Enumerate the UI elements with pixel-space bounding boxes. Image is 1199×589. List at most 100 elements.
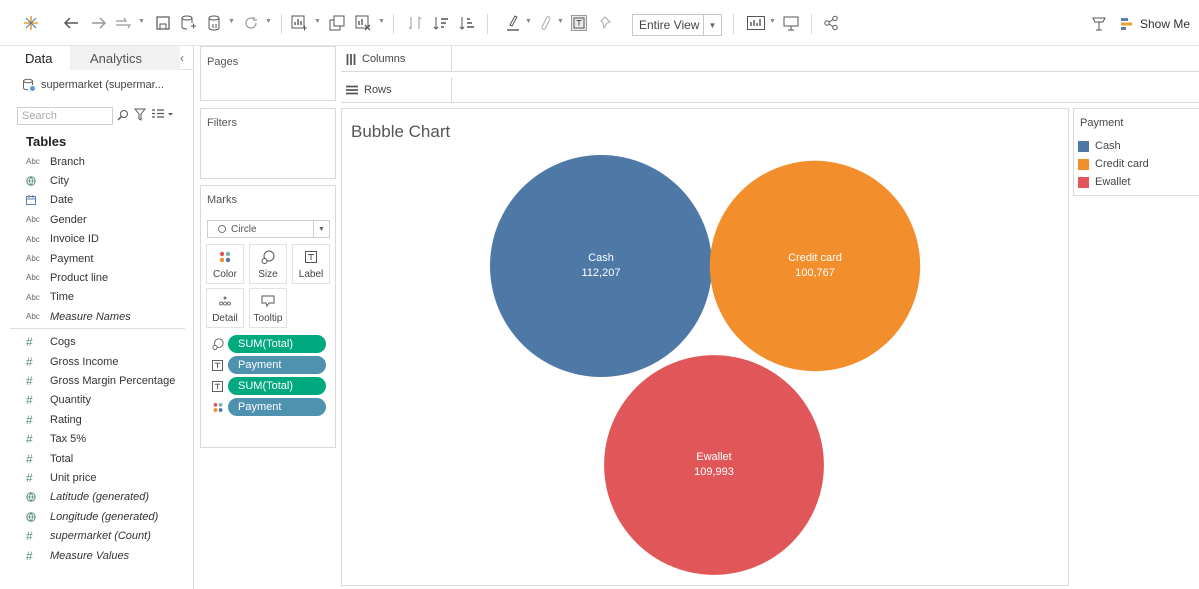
field-pill[interactable]: SUM(Total) xyxy=(228,377,326,395)
color-button[interactable]: Color xyxy=(206,244,244,284)
field-item[interactable]: Abc Branch xyxy=(26,152,85,171)
chevron-down-icon[interactable]: ▼ xyxy=(525,18,532,25)
field-item[interactable]: Abc Measure Names xyxy=(26,307,131,326)
new-datasource-icon[interactable] xyxy=(177,12,199,34)
field-item[interactable]: Date xyxy=(26,191,73,210)
field-item[interactable]: # Rating xyxy=(26,410,82,429)
undo-icon[interactable] xyxy=(60,12,82,34)
duplicate-sheet-icon[interactable] xyxy=(326,12,348,34)
field-label: Latitude (generated) xyxy=(50,491,150,504)
tooltip-button[interactable]: Tooltip xyxy=(249,288,287,328)
tableau-logo-icon[interactable] xyxy=(20,12,42,34)
share-icon[interactable] xyxy=(820,12,842,34)
bubble-label: Ewallet 109,993 xyxy=(654,450,774,480)
presentation-mode-icon[interactable] xyxy=(780,12,802,34)
chevron-down-icon[interactable]: ▼ xyxy=(138,18,145,25)
string-field-icon: Abc xyxy=(26,254,40,263)
show-mark-labels-icon[interactable] xyxy=(568,12,590,34)
size-icon[interactable] xyxy=(207,338,228,350)
pause-updates-icon[interactable] xyxy=(203,12,225,34)
detail-button[interactable]: Detail xyxy=(206,288,244,328)
legend-label: Credit card xyxy=(1095,158,1149,170)
columns-shelf[interactable]: Columns xyxy=(341,46,1199,72)
refresh-icon[interactable] xyxy=(240,12,262,34)
tab-data[interactable]: Data xyxy=(0,46,70,70)
field-item[interactable]: Latitude (generated) xyxy=(26,488,149,507)
replay-icon[interactable] xyxy=(113,12,135,34)
size-label: Size xyxy=(258,269,278,280)
collapse-pane-icon[interactable]: ‹ xyxy=(180,51,184,65)
field-item[interactable]: Abc Product line xyxy=(26,268,108,287)
fix-axes-icon[interactable] xyxy=(596,12,618,34)
filters-card[interactable]: Filters xyxy=(200,108,336,179)
caption-icon[interactable] xyxy=(1088,12,1110,34)
filter-icon[interactable] xyxy=(134,108,146,121)
field-item[interactable]: # Total xyxy=(26,449,73,468)
bubble-category: Ewallet xyxy=(696,451,732,463)
new-worksheet-icon[interactable] xyxy=(288,12,310,34)
search-input[interactable]: Search xyxy=(17,107,113,125)
field-pill[interactable]: SUM(Total) xyxy=(228,335,326,353)
clear-sheet-icon[interactable] xyxy=(352,12,374,34)
sort-ascending-icon[interactable] xyxy=(430,12,452,34)
bubble-category: Cash xyxy=(588,252,614,264)
field-pill[interactable]: Payment xyxy=(228,398,326,416)
field-item[interactable]: City xyxy=(26,171,69,190)
highlight-icon[interactable] xyxy=(502,12,524,34)
chevron-down-icon[interactable]: ▼ xyxy=(313,221,329,237)
field-item[interactable]: # Tax 5% xyxy=(26,430,86,449)
search-icon[interactable] xyxy=(117,109,129,121)
view-options-icon[interactable] xyxy=(151,109,173,123)
chevron-down-icon[interactable]: ▼ xyxy=(703,15,721,35)
chart-view[interactable]: Bubble Chart Cash 112,207 Credit card 100,7… xyxy=(341,108,1069,586)
legend-item[interactable]: Cash xyxy=(1078,139,1121,153)
field-label: City xyxy=(50,174,69,187)
show-cards-icon[interactable] xyxy=(745,12,767,34)
mark-type-dropdown[interactable]: Circle ▼ xyxy=(207,220,330,238)
color-legend[interactable]: Payment Cash Credit card Ewallet xyxy=(1073,108,1199,196)
field-item[interactable]: Abc Payment xyxy=(26,249,93,268)
field-item[interactable]: Longitude (generated) xyxy=(26,507,158,526)
fit-dropdown[interactable]: Entire View ▼ xyxy=(632,14,722,36)
field-item[interactable]: # Measure Values xyxy=(26,546,129,565)
field-item[interactable]: Abc Invoice ID xyxy=(26,230,99,249)
group-members-icon[interactable] xyxy=(534,12,556,34)
sort-descending-icon[interactable] xyxy=(456,12,478,34)
size-button[interactable]: Size xyxy=(249,244,287,284)
field-item[interactable]: # Quantity xyxy=(26,391,91,410)
show-me-button[interactable]: Show Me xyxy=(1120,13,1190,35)
chevron-down-icon[interactable]: ▼ xyxy=(378,18,385,25)
tab-analytics[interactable]: Analytics xyxy=(70,46,180,70)
legend-item[interactable]: Ewallet xyxy=(1078,175,1130,189)
field-item[interactable]: # Gross Income xyxy=(26,352,118,371)
field-item[interactable]: # supermarket (Count) xyxy=(26,527,151,546)
label-icon[interactable] xyxy=(207,380,228,392)
toolbar-divider xyxy=(393,14,394,34)
label-icon[interactable] xyxy=(207,359,228,371)
measure-field-icon: # xyxy=(26,412,33,427)
field-label: Invoice ID xyxy=(50,233,99,246)
swap-axes-icon[interactable] xyxy=(404,12,426,34)
toolbar-divider xyxy=(811,14,812,34)
rows-shelf[interactable]: Rows xyxy=(341,77,1199,103)
legend-item[interactable]: Credit card xyxy=(1078,157,1149,171)
string-field-icon: Abc xyxy=(26,215,40,225)
redo-icon[interactable] xyxy=(88,12,110,34)
chevron-down-icon[interactable]: ▼ xyxy=(314,18,321,25)
field-item[interactable]: # Gross Margin Percentage xyxy=(26,371,175,390)
color-icon[interactable] xyxy=(207,402,228,413)
label-button[interactable]: Label xyxy=(292,244,330,284)
field-item[interactable]: Abc Time xyxy=(26,288,74,307)
chevron-down-icon[interactable]: ▼ xyxy=(769,18,776,25)
field-item[interactable]: Abc Gender xyxy=(26,210,87,229)
detail-icon xyxy=(218,289,232,313)
field-item[interactable]: # Unit price xyxy=(26,468,96,487)
save-icon[interactable] xyxy=(152,12,174,34)
datasource-item[interactable]: supermarket (supermar... xyxy=(22,78,164,92)
chevron-down-icon[interactable]: ▼ xyxy=(228,18,235,25)
chevron-down-icon[interactable]: ▼ xyxy=(557,18,564,25)
pages-card[interactable]: Pages xyxy=(200,46,336,101)
field-pill[interactable]: Payment xyxy=(228,356,326,374)
chevron-down-icon[interactable]: ▼ xyxy=(265,18,272,25)
field-item[interactable]: # Cogs xyxy=(26,333,76,352)
